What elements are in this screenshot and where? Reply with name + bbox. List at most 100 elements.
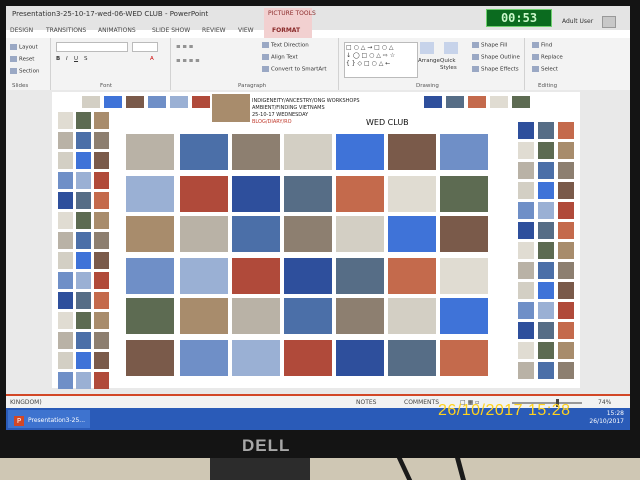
slide-photo[interactable] <box>558 142 574 159</box>
slide-photo[interactable] <box>58 132 73 149</box>
slide-photo[interactable] <box>232 216 280 252</box>
shape-effects-button[interactable]: Shape Effects <box>472 66 519 73</box>
font-color-icon[interactable]: A <box>150 56 154 62</box>
slide-photo[interactable] <box>558 262 574 279</box>
system-clock[interactable]: 15:28 26/10/2017 <box>589 410 624 426</box>
slide-photo[interactable] <box>388 134 436 170</box>
slide-photo[interactable] <box>76 212 91 229</box>
zoom-level[interactable]: 74% <box>598 399 611 406</box>
slide-photo[interactable] <box>336 298 384 334</box>
slide-photo[interactable] <box>76 332 91 349</box>
tab-design[interactable]: DESIGN <box>10 27 33 34</box>
slide-photo[interactable] <box>440 340 488 376</box>
slide-photo[interactable] <box>284 176 332 212</box>
slide-photo[interactable] <box>518 362 534 379</box>
slide-photo[interactable] <box>558 342 574 359</box>
slide-photo[interactable] <box>126 258 174 294</box>
slide-photo[interactable] <box>558 222 574 239</box>
layout-button[interactable]: Layout <box>10 44 38 51</box>
slide-photo[interactable] <box>76 232 91 249</box>
slide-photo[interactable] <box>180 216 228 252</box>
notes-button[interactable]: NOTES <box>356 399 376 406</box>
tab-transitions[interactable]: TRANSITIONS <box>46 27 86 34</box>
slide-photo[interactable] <box>58 252 73 269</box>
slide-photo[interactable] <box>76 352 91 369</box>
slide-photo[interactable] <box>518 302 534 319</box>
slide-photo[interactable] <box>284 258 332 294</box>
slide-photo[interactable] <box>538 142 554 159</box>
slide-photo[interactable] <box>558 202 574 219</box>
bullets-icon[interactable]: ≡ ≡ ≡ <box>176 44 193 50</box>
slide-photo[interactable] <box>538 202 554 219</box>
replace-button[interactable]: Replace <box>532 54 563 61</box>
slide-photo[interactable] <box>558 362 574 379</box>
tab-animations[interactable]: ANIMATIONS <box>98 27 136 34</box>
slide-photo[interactable] <box>336 216 384 252</box>
slide-photo[interactable] <box>58 372 73 389</box>
slide-photo[interactable] <box>538 122 554 139</box>
slide-photo[interactable] <box>58 272 73 289</box>
font-name-box[interactable] <box>56 42 128 52</box>
slide-photo[interactable] <box>180 176 228 212</box>
slide-photo[interactable] <box>126 96 144 108</box>
slide-photo[interactable] <box>538 242 554 259</box>
slide-photo[interactable] <box>94 172 109 189</box>
slide-photo[interactable] <box>518 242 534 259</box>
strikethrough-icon[interactable]: S <box>84 56 88 62</box>
slide-photo[interactable] <box>512 96 530 108</box>
slide-photo[interactable] <box>180 258 228 294</box>
slide-photo[interactable] <box>76 252 91 269</box>
slide-photo[interactable] <box>94 112 109 129</box>
slide-photo[interactable] <box>518 342 534 359</box>
slide-photo[interactable] <box>558 162 574 179</box>
slide-photo[interactable] <box>284 134 332 170</box>
select-button[interactable]: Select <box>532 66 558 73</box>
tab-review[interactable]: REVIEW <box>202 27 226 34</box>
align-text-button[interactable]: Align Text <box>262 54 298 61</box>
slide-photo[interactable] <box>232 176 280 212</box>
slide-photo[interactable] <box>94 232 109 249</box>
slide-photo[interactable] <box>94 192 109 209</box>
slide-photo[interactable] <box>232 258 280 294</box>
slide-photo[interactable] <box>518 222 534 239</box>
underline-icon[interactable]: U <box>74 56 78 62</box>
slide-photo[interactable] <box>518 282 534 299</box>
slide-photo[interactable] <box>388 340 436 376</box>
slide-photo[interactable] <box>58 192 73 209</box>
slide-photo[interactable] <box>388 298 436 334</box>
slide-photo[interactable] <box>518 262 534 279</box>
slide-photo[interactable] <box>232 340 280 376</box>
slide[interactable]: INDIGENEITY/ANCESTRY/ONG WORKSHOPS AMBIE… <box>52 92 580 389</box>
slide-photo[interactable] <box>490 96 508 108</box>
slide-photo[interactable] <box>192 96 210 108</box>
slide-photo[interactable] <box>440 216 488 252</box>
slide-photo[interactable] <box>336 258 384 294</box>
slide-photo[interactable] <box>104 96 122 108</box>
slide-photo[interactable] <box>440 258 488 294</box>
slide-photo[interactable] <box>558 322 574 339</box>
slide-photo[interactable] <box>58 152 73 169</box>
slide-photo[interactable] <box>232 134 280 170</box>
slide-photo[interactable] <box>76 272 91 289</box>
slide-photo[interactable] <box>76 192 91 209</box>
slide-photo[interactable] <box>76 132 91 149</box>
arrange-button[interactable]: Arrange <box>418 58 440 64</box>
slide-photo[interactable] <box>388 258 436 294</box>
slide-photo[interactable] <box>284 216 332 252</box>
slide-editing-area[interactable]: INDIGENEITY/ANCESTRY/ONG WORKSHOPS AMBIE… <box>6 90 630 394</box>
slide-photo[interactable] <box>446 96 464 108</box>
slide-photo[interactable] <box>538 182 554 199</box>
slide-photo[interactable] <box>336 176 384 212</box>
tab-view[interactable]: VIEW <box>238 27 254 34</box>
shape-fill-button[interactable]: Shape Fill <box>472 42 507 49</box>
section-button[interactable]: Section <box>10 68 39 75</box>
slide-photo[interactable] <box>558 182 574 199</box>
slide-photo[interactable] <box>538 322 554 339</box>
tab-slide-show[interactable]: SLIDE SHOW <box>152 27 190 34</box>
text-direction-button[interactable]: Text Direction <box>262 42 309 49</box>
slide-photo[interactable] <box>94 152 109 169</box>
slide-photo[interactable] <box>58 292 73 309</box>
slide-photo[interactable] <box>468 96 486 108</box>
slide-photo[interactable] <box>76 292 91 309</box>
slide-photo[interactable] <box>558 282 574 299</box>
